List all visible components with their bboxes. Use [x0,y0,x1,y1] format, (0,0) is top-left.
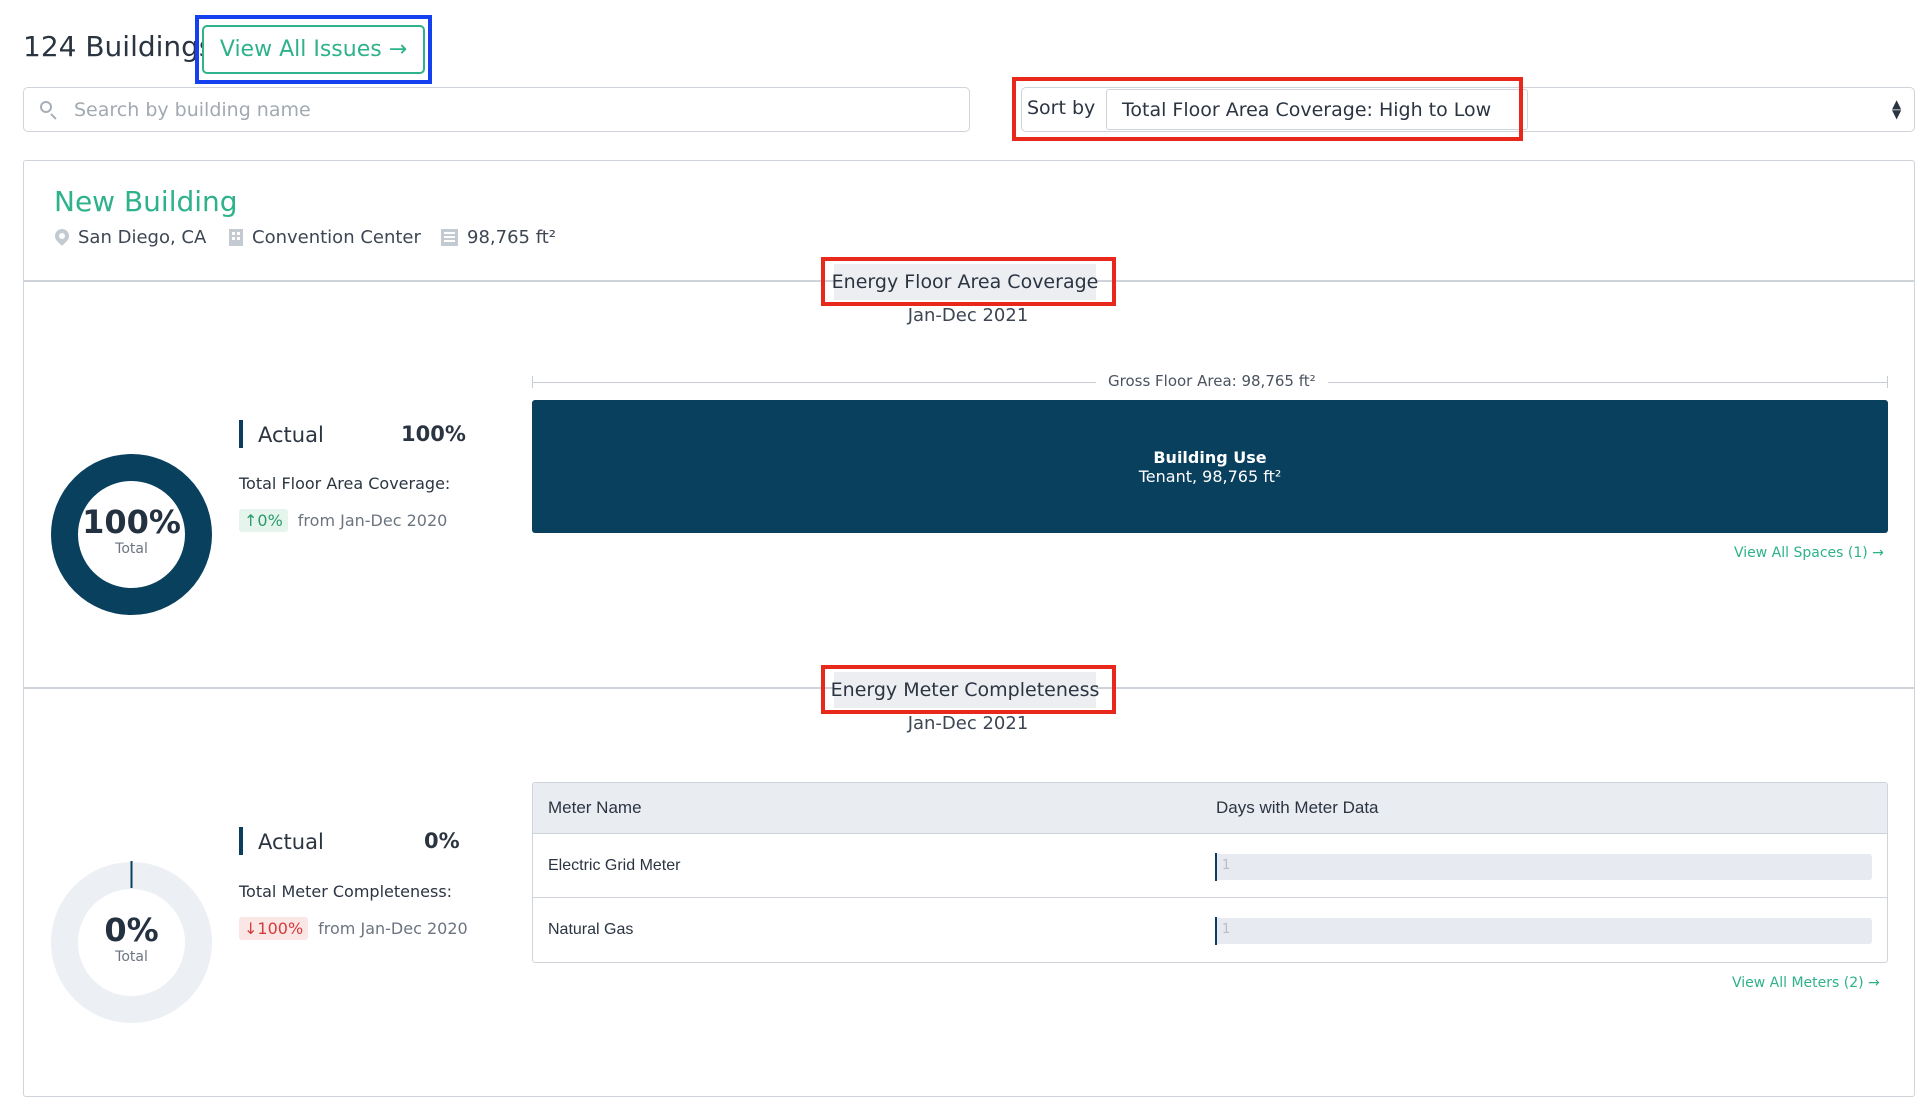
change-up-badge: ↑0% [239,509,288,532]
meter-name: Electric Grid Meter [548,856,681,874]
floor-area-actual-value: 100% [401,422,466,446]
search-icon [38,99,60,121]
col-meter-name: Meter Name [548,798,642,817]
floor-area-period: Jan-Dec 2021 [907,305,1029,326]
floor-area-icon [441,229,458,246]
building-use-bar[interactable]: Building Use Tenant, 98,765 ft² [532,400,1888,533]
meter-days-value: 1 [1222,858,1231,873]
search-field[interactable] [23,87,970,132]
meter-days-bar: 1 [1215,853,1872,881]
change-down-badge: ↓100% [239,917,309,940]
meter-donut-sub: Total [115,949,148,965]
gfa-tick-right [1887,376,1888,388]
building-use-title: Building Use [1153,447,1267,467]
building-use-detail: Tenant, 98,765 ft² [1138,466,1282,486]
location-text: San Diego, CA [78,227,207,248]
building-location: San Diego, CA [52,225,207,248]
location-pin-icon [52,225,72,247]
building-count: 124 Buildings [23,30,214,63]
select-caret-icon[interactable]: ▲ ▼ [1892,98,1901,120]
change-from-text: from Jan-Dec 2020 [297,511,448,530]
actual-marker [239,827,243,855]
meter-donut-label: 0% Total [50,911,213,965]
meter-days-value: 1 [1222,922,1231,937]
meter-metric-label: Total Meter Completeness: [239,882,453,901]
meter-table-header: Meter Name Days with Meter Data [533,783,1887,834]
highlight-box-sort [1012,77,1523,141]
floor-area-donut-value: 100% [82,503,181,541]
meter-change: ↓100% from Jan-Dec 2020 [239,917,468,940]
meter-name: Natural Gas [548,921,634,938]
meter-donut-value: 0% [104,911,159,949]
table-row[interactable]: Electric Grid Meter 1 [533,834,1887,898]
table-row[interactable]: Natural Gas 1 [533,898,1887,962]
floor-area-donut-sub: Total [115,541,148,557]
meter-days-bar: 1 [1215,917,1872,945]
building-area-text: 98,765 ft² [467,227,556,248]
building-type-text: Convention Center [252,227,421,248]
meter-days-marker [1215,853,1217,881]
meter-actual-value: 0% [424,829,460,853]
floor-area-metric-label: Total Floor Area Coverage: [239,474,451,493]
meter-table: Meter Name Days with Meter Data Electric… [532,782,1888,963]
meter-actual-label: Actual [258,830,324,854]
change-from-text: from Jan-Dec 2020 [318,919,468,938]
meter-days-marker [1215,917,1217,945]
floor-area-donut-label: 100% Total [50,503,213,557]
view-all-issues-button[interactable]: View All Issues → [202,25,425,74]
col-days-with-data: Days with Meter Data [1216,798,1379,817]
actual-marker [239,420,243,448]
floor-area-change: ↑0% from Jan-Dec 2020 [239,509,447,532]
meter-period: Jan-Dec 2021 [907,713,1029,734]
gross-floor-area-label: Gross Floor Area: 98,765 ft² [1096,372,1328,390]
building-icon [229,229,243,246]
highlight-box-floor-area [821,257,1116,306]
building-type: Convention Center [229,227,421,248]
building-name[interactable]: New Building [54,185,238,218]
search-input[interactable] [74,98,954,121]
highlight-box-meters [821,665,1116,714]
view-all-meters-link[interactable]: View All Meters (2) → [1732,975,1880,991]
floor-area-actual-label: Actual [258,423,324,447]
view-all-spaces-link[interactable]: View All Spaces (1) → [1734,545,1884,561]
building-area: 98,765 ft² [441,227,556,248]
